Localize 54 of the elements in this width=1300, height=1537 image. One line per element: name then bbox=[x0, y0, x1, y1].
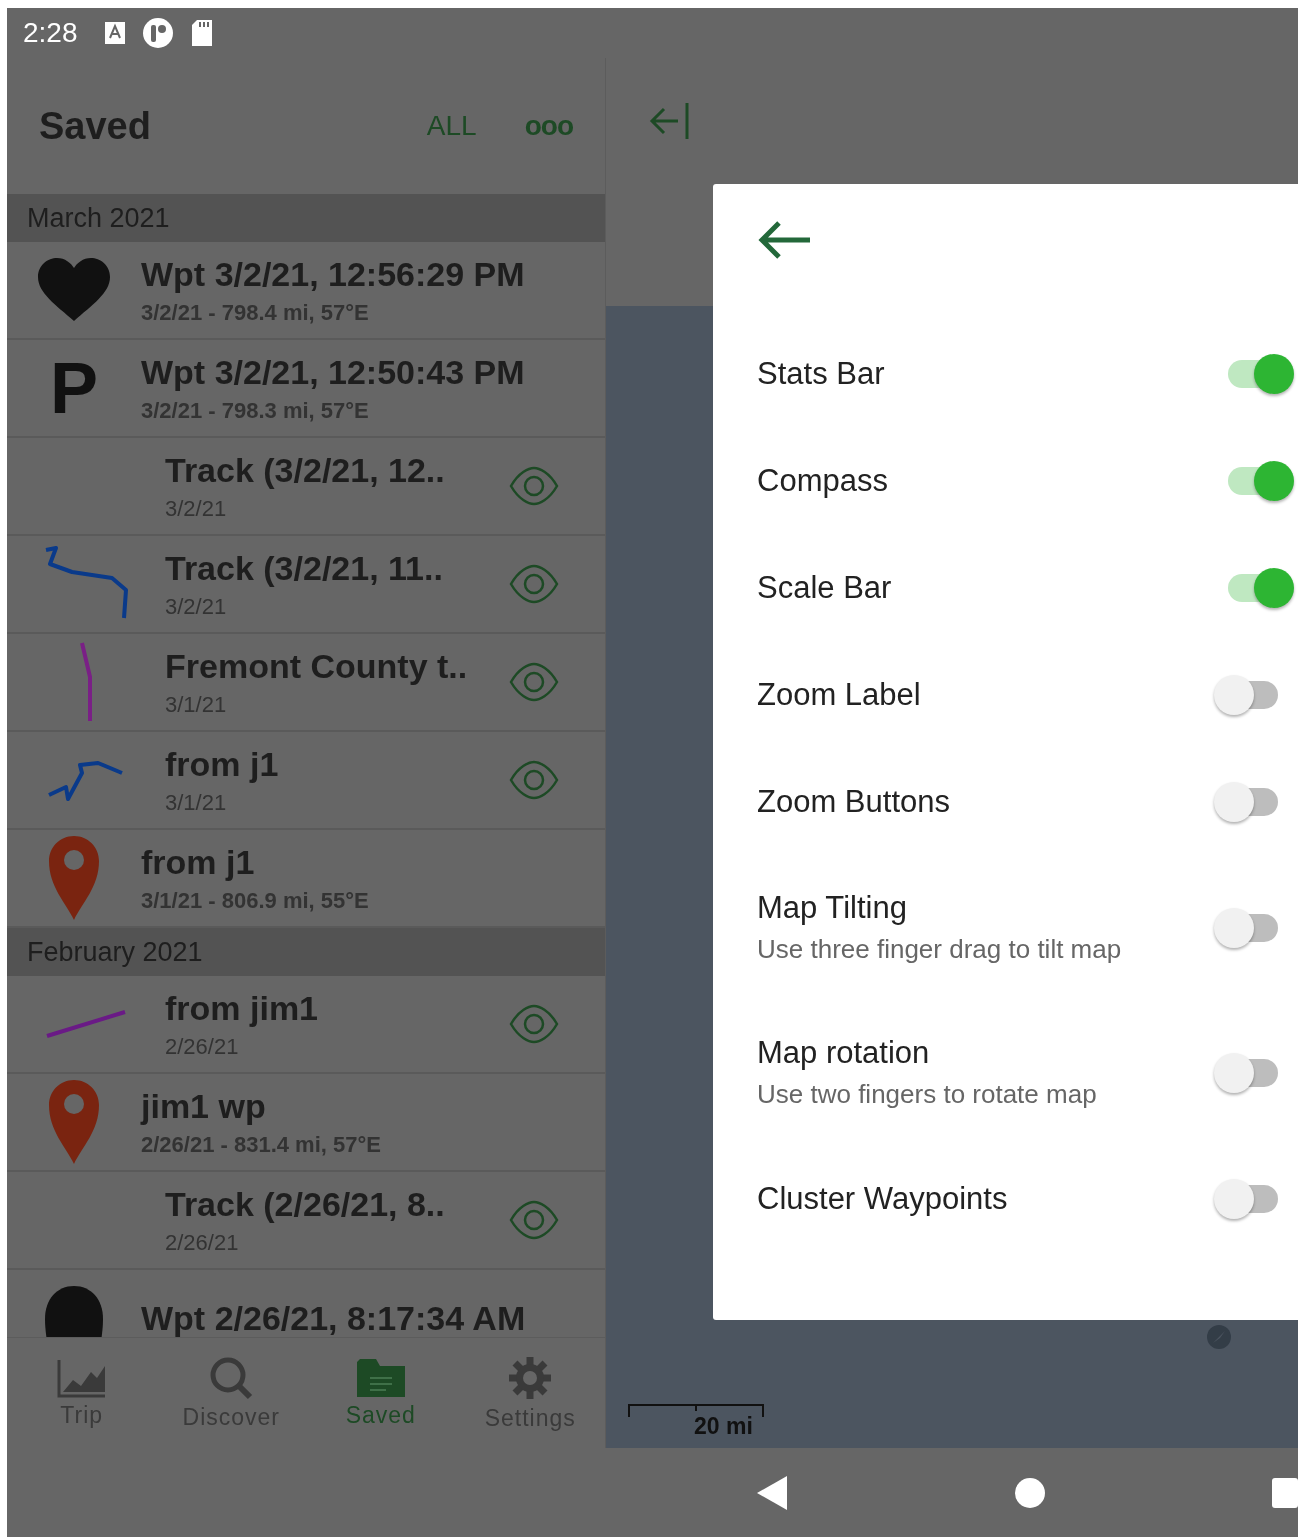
clock-time: 2:28 bbox=[23, 17, 78, 49]
font-icon bbox=[103, 21, 126, 45]
setting-label: Compass bbox=[757, 462, 889, 499]
track-line-icon bbox=[44, 1009, 128, 1039]
filter-button[interactable]: ALL bbox=[426, 110, 477, 142]
more-button[interactable]: ooo bbox=[524, 110, 573, 142]
setting-description: Use two fingers to rotate map bbox=[757, 1079, 1098, 1110]
map-pin-icon bbox=[48, 1079, 100, 1165]
bottom-tab[interactable]: Saved bbox=[306, 1338, 456, 1448]
eye-icon[interactable] bbox=[509, 760, 559, 800]
back-arrow-icon[interactable] bbox=[757, 220, 811, 260]
setting-label: Zoom Buttons bbox=[757, 783, 951, 820]
collapse-panel-icon[interactable] bbox=[648, 102, 690, 140]
page-title: Saved bbox=[39, 104, 152, 148]
item-title: jim1 wp bbox=[141, 1086, 267, 1126]
home-icon[interactable] bbox=[1014, 1476, 1046, 1509]
app-badge-icon bbox=[141, 17, 174, 49]
setting-label: Zoom Label bbox=[757, 676, 922, 713]
search-icon bbox=[209, 1355, 254, 1400]
item-title: Track (3/2/21, 12.. bbox=[165, 450, 446, 490]
sd-card-icon bbox=[189, 19, 214, 47]
back-icon[interactable] bbox=[756, 1474, 788, 1511]
map-pin-icon bbox=[48, 835, 100, 921]
item-title: Fremont County t.. bbox=[165, 646, 469, 686]
scale-label: 20 mi bbox=[694, 1413, 753, 1440]
marker-icon bbox=[43, 1285, 105, 1337]
item-title: from j1 bbox=[141, 842, 256, 882]
setting-label: Scale Bar bbox=[757, 569, 893, 606]
item-title: Wpt 3/2/21, 12:56:29 PM bbox=[141, 254, 526, 294]
eye-icon[interactable] bbox=[509, 1004, 559, 1044]
item-title: Track (3/2/21, 11.. bbox=[165, 548, 444, 588]
eye-icon[interactable] bbox=[509, 564, 559, 604]
eye-icon[interactable] bbox=[509, 1200, 559, 1240]
setting-description: Use three finger drag to tilt map bbox=[757, 934, 1123, 965]
item-title: from j1 bbox=[165, 744, 280, 784]
setting-label: Map rotation bbox=[757, 1035, 931, 1071]
item-title: from jim1 bbox=[165, 988, 320, 1028]
folder-icon bbox=[355, 1357, 406, 1398]
parking-icon: P bbox=[50, 352, 98, 424]
track-line-icon bbox=[46, 759, 126, 801]
chart-icon bbox=[56, 1357, 107, 1398]
eye-icon[interactable] bbox=[509, 466, 559, 506]
eye-icon[interactable] bbox=[509, 662, 559, 702]
recents-icon[interactable] bbox=[1272, 1476, 1298, 1509]
item-title: Wpt 2/26/21, 8:17:34 AM bbox=[141, 1298, 527, 1337]
compass-icon[interactable] bbox=[1206, 1324, 1232, 1350]
track-line-icon bbox=[79, 641, 93, 723]
setting-label: Map Tilting bbox=[757, 890, 908, 926]
setting-label: Stats Bar bbox=[757, 355, 886, 392]
item-title: Wpt 3/2/21, 12:50:43 PM bbox=[141, 352, 526, 392]
settings-icon bbox=[507, 1354, 554, 1401]
item-title: Track (2/26/21, 8.. bbox=[165, 1184, 446, 1224]
heart-icon bbox=[36, 257, 112, 323]
setting-label: Cluster Waypoints bbox=[757, 1180, 1009, 1217]
